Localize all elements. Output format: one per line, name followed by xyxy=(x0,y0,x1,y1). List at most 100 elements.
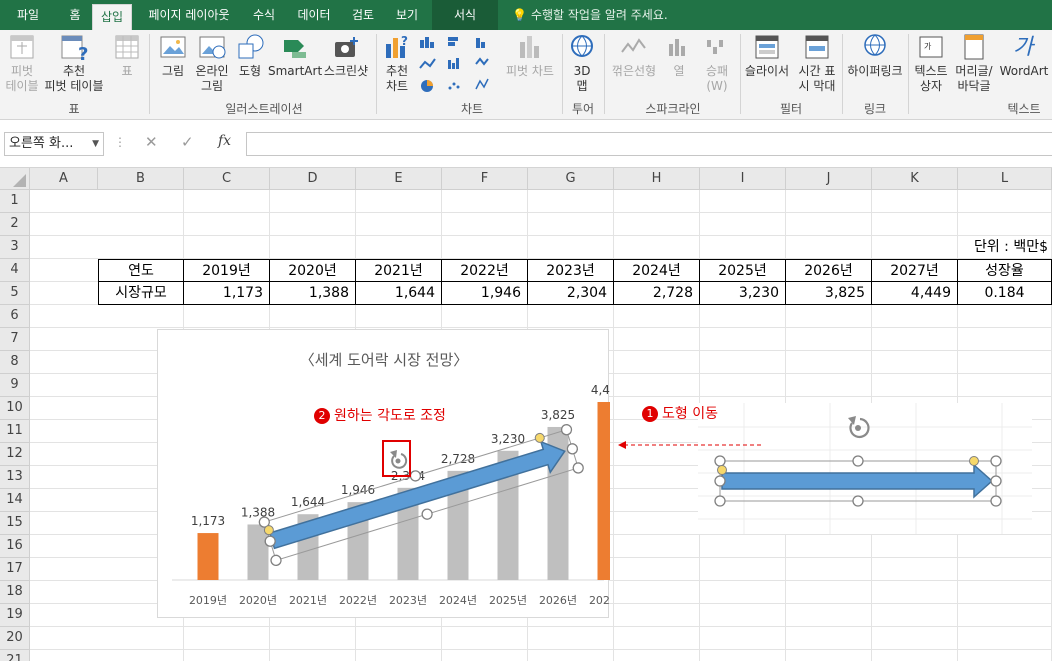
tab-data[interactable]: 데이터 xyxy=(290,0,338,30)
column-header-f[interactable]: F xyxy=(442,168,528,190)
row-header-1[interactable]: 1 xyxy=(0,190,30,213)
row-header-19[interactable]: 19 xyxy=(0,604,30,627)
chevron-down-icon[interactable]: ▼ xyxy=(92,133,99,155)
row-header-6[interactable]: 6 xyxy=(0,305,30,328)
sparkline-column-button[interactable]: 열 xyxy=(662,32,696,79)
bar-2027년[interactable] xyxy=(597,402,619,580)
tab-review[interactable]: 검토 xyxy=(344,0,382,30)
column-header-a[interactable]: A xyxy=(30,168,98,190)
header-footer-button[interactable]: 머리글/ 바닥글 xyxy=(952,32,996,94)
row-header-10[interactable]: 10 xyxy=(0,397,30,420)
pivot-chart-button[interactable]: 피벗 차트 xyxy=(502,32,558,79)
formula-input[interactable] xyxy=(246,132,1052,156)
chart-area[interactable]: 〈세계 도어락 시장 전망〉 1,173 2019년 1,388 2020년 1,644 2… xyxy=(157,329,627,618)
smartart-button[interactable]: SmartArt xyxy=(268,32,322,79)
adjust-handle[interactable] xyxy=(969,456,979,466)
column-header-l[interactable]: L xyxy=(958,168,1052,190)
rotate-handle-icon[interactable] xyxy=(848,416,870,439)
value-cell[interactable]: 4,449 xyxy=(872,282,958,305)
row-header-17[interactable]: 17 xyxy=(0,558,30,581)
recommended-pivot-button[interactable]: ? 추천 피벗 테이블 xyxy=(40,32,108,94)
value-cell[interactable]: 3,230 xyxy=(700,282,786,305)
header-cell[interactable]: 2019년 xyxy=(184,259,270,282)
select-all-corner[interactable] xyxy=(0,168,30,190)
header-cell[interactable]: 2023년 xyxy=(528,259,614,282)
textbox-button[interactable]: 가 텍스트 상자 xyxy=(910,32,952,94)
tab-insert[interactable]: 삽입 xyxy=(92,4,132,30)
header-cell[interactable]: 성장율 xyxy=(958,259,1052,282)
right-arrow-shape[interactable] xyxy=(721,463,994,499)
tab-home[interactable]: 홈 xyxy=(60,0,90,30)
row-header-3[interactable]: 3 xyxy=(0,236,30,259)
row-header-16[interactable]: 16 xyxy=(0,535,30,558)
name-box[interactable]: 오른쪽 화... ▼ xyxy=(4,132,104,156)
resize-handle[interactable] xyxy=(270,554,282,566)
cancel-icon[interactable]: ✕ xyxy=(145,133,158,151)
row-header-9[interactable]: 9 xyxy=(0,374,30,397)
row-header-8[interactable]: 8 xyxy=(0,351,30,374)
header-cell[interactable]: 2024년 xyxy=(614,259,700,282)
tell-me-box[interactable]: 💡 수행할 작업을 알려 주세요. xyxy=(512,0,668,30)
header-cell[interactable]: 연도 xyxy=(98,259,184,282)
picture-button[interactable]: 그림 xyxy=(156,32,190,79)
header-cell[interactable]: 2027년 xyxy=(872,259,958,282)
row-header-5[interactable]: 5 xyxy=(0,282,30,305)
value-cell[interactable]: 2,728 xyxy=(614,282,700,305)
tab-page-layout[interactable]: 페이지 레이아웃 xyxy=(140,0,238,30)
resize-handle[interactable] xyxy=(421,508,433,520)
header-cell[interactable]: 2021년 xyxy=(356,259,442,282)
chart-type-gallery-icons[interactable] xyxy=(418,34,504,94)
row-header-15[interactable]: 15 xyxy=(0,512,30,535)
row-header-11[interactable]: 11 xyxy=(0,420,30,443)
pivot-table-button[interactable]: 피벗 테이블 xyxy=(2,32,42,94)
column-header-c[interactable]: C xyxy=(184,168,270,190)
column-header-k[interactable]: K xyxy=(872,168,958,190)
value-cell[interactable]: 1,388 xyxy=(270,282,356,305)
row-header-7[interactable]: 7 xyxy=(0,328,30,351)
table-button[interactable]: 표 xyxy=(108,32,146,79)
header-cell[interactable]: 2022년 xyxy=(442,259,528,282)
resize-handle[interactable] xyxy=(572,462,584,474)
sparkline-winloss-button[interactable]: 승패 (W) xyxy=(698,32,736,94)
column-header-b[interactable]: B xyxy=(98,168,184,190)
header-cell[interactable]: 2025년 xyxy=(700,259,786,282)
row-header-4[interactable]: 4 xyxy=(0,259,30,282)
value-cell[interactable]: 1,173 xyxy=(184,282,270,305)
value-cell[interactable]: 3,825 xyxy=(786,282,872,305)
value-cell[interactable]: 시장규모 xyxy=(98,282,184,305)
insert-function-button[interactable]: fx xyxy=(218,133,231,149)
header-cell[interactable]: 2026년 xyxy=(786,259,872,282)
bar-2019년[interactable] xyxy=(197,533,219,580)
column-header-e[interactable]: E xyxy=(356,168,442,190)
row-header-18[interactable]: 18 xyxy=(0,581,30,604)
tab-file[interactable]: 파일 xyxy=(8,0,48,30)
row-header-2[interactable]: 2 xyxy=(0,213,30,236)
tab-formulas[interactable]: 수식 xyxy=(244,0,284,30)
online-picture-button[interactable]: 온라인 그림 xyxy=(192,32,232,94)
column-header-g[interactable]: G xyxy=(528,168,614,190)
header-cell[interactable]: 2020년 xyxy=(270,259,356,282)
row-header-21[interactable]: 21 xyxy=(0,650,30,661)
row-header-12[interactable]: 12 xyxy=(0,443,30,466)
column-header-h[interactable]: H xyxy=(614,168,700,190)
value-cell[interactable]: 2,304 xyxy=(528,282,614,305)
screenshot-button[interactable]: 스크린샷 xyxy=(322,32,370,79)
tab-view[interactable]: 보기 xyxy=(388,0,426,30)
tab-format[interactable]: 서식 xyxy=(432,0,498,30)
sparkline-line-button[interactable]: 꺾은선형 xyxy=(608,32,660,79)
row-header-13[interactable]: 13 xyxy=(0,466,30,489)
enter-icon[interactable]: ✓ xyxy=(181,133,194,151)
hyperlink-button[interactable]: 하이퍼링크 xyxy=(844,32,906,79)
3d-map-button[interactable]: 3D 맵 xyxy=(566,32,598,94)
timeline-button[interactable]: 시간 표 시 막대 xyxy=(792,32,842,94)
column-header-j[interactable]: J xyxy=(786,168,872,190)
adjust-handle[interactable] xyxy=(534,432,545,443)
value-cell[interactable]: 0.184 xyxy=(958,282,1052,305)
adjust-handle[interactable] xyxy=(717,465,727,475)
value-cell[interactable]: 1,644 xyxy=(356,282,442,305)
row-header-20[interactable]: 20 xyxy=(0,627,30,650)
wordart-button[interactable]: 가 WordArt xyxy=(996,32,1052,79)
row-header-14[interactable]: 14 xyxy=(0,489,30,512)
column-header-i[interactable]: I xyxy=(700,168,786,190)
slicer-button[interactable]: 슬라이서 xyxy=(742,32,792,79)
